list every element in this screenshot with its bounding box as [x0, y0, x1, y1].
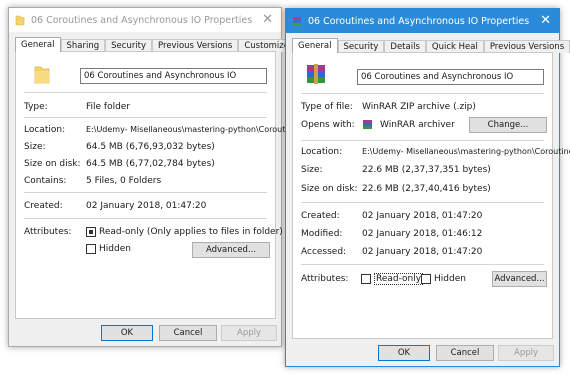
ok-button[interactable]: OK	[101, 325, 153, 341]
size-on-disk-value: 64.5 MB (6,77,02,784 bytes)	[86, 159, 215, 169]
title-bar[interactable]: 06 Coroutines and Asynchronous IO Proper…	[286, 9, 559, 33]
advanced-button[interactable]: Advanced...	[192, 242, 270, 258]
divider	[24, 218, 267, 219]
cancel-button[interactable]: Cancel	[159, 325, 217, 341]
size-on-disk-value: 22.6 MB (2,37,40,416 bytes)	[362, 184, 491, 194]
modified-label: Modified:	[301, 229, 343, 239]
tab-general[interactable]: General	[15, 37, 61, 52]
size-value: 22.6 MB (2,37,37,351 bytes)	[362, 165, 491, 175]
created-value: 02 January 2018, 01:47:20	[362, 211, 483, 221]
size-label: Size:	[301, 165, 323, 175]
divider	[301, 93, 544, 94]
general-panel: 06 Coroutines and Asynchronous IO Type: …	[15, 51, 302, 319]
location-value: E:\Udemy- Misellaneous\mastering-python\…	[86, 125, 302, 134]
checkbox-icon	[361, 274, 371, 284]
title-bar[interactable]: 06 Coroutines and Asynchronous IO Proper…	[9, 8, 281, 32]
type-row: Type: File folder	[24, 101, 267, 113]
created-row: Created: 02 January 2018, 01:47:20	[301, 210, 544, 222]
size-value: 64.5 MB (6,76,93,032 bytes)	[86, 142, 215, 152]
size-on-disk-label: Size on disk:	[24, 159, 81, 169]
name-field[interactable]: 06 Coroutines and Asynchronous IO	[80, 68, 267, 84]
type-row: Type of file: WinRAR ZIP archive (.zip)	[301, 101, 544, 113]
created-value: 02 January 2018, 01:47:20	[86, 201, 207, 211]
hidden-checkbox[interactable]: Hidden	[86, 243, 131, 255]
opens-with-value: WinRAR archiver	[380, 120, 455, 130]
readonly-label: Read-only (Only applies to files in fold…	[99, 227, 283, 237]
divider	[24, 192, 267, 193]
size-row: Size: 22.6 MB (2,37,37,351 bytes)	[301, 164, 544, 176]
window-title: 06 Coroutines and Asynchronous IO Proper…	[31, 14, 253, 26]
size-on-disk-row: Size on disk: 22.6 MB (2,37,40,416 bytes…	[301, 183, 544, 195]
opens-with-label: Opens with:	[301, 120, 355, 130]
created-label: Created:	[24, 201, 63, 211]
tab-general[interactable]: General	[292, 38, 338, 53]
accessed-value: 02 January 2018, 01:47:20	[362, 247, 483, 257]
location-value: E:\Udemy- Misellaneous\mastering-python\…	[362, 147, 570, 156]
ok-button[interactable]: OK	[378, 345, 430, 361]
created-row: Created: 02 January 2018, 01:47:20	[24, 200, 267, 212]
advanced-button[interactable]: Advanced...	[492, 271, 547, 287]
winrar-icon	[293, 16, 301, 26]
size-on-disk-row: Size on disk: 64.5 MB (6,77,02,784 bytes…	[24, 158, 267, 170]
divider	[24, 92, 267, 93]
checkbox-indeterminate-icon	[86, 227, 96, 237]
divider	[24, 117, 267, 118]
file-properties-window: 06 Coroutines and Asynchronous IO Proper…	[285, 8, 570, 367]
checkbox-icon	[421, 274, 431, 284]
apply-button[interactable]: Apply	[498, 345, 554, 361]
divider	[301, 140, 544, 141]
contains-value: 5 Files, 0 Folders	[86, 176, 162, 186]
location-label: Location:	[24, 125, 66, 135]
created-label: Created:	[301, 211, 340, 221]
type-value: File folder	[86, 102, 131, 112]
divider	[301, 264, 544, 265]
attributes-label: Attributes:	[301, 274, 349, 284]
folder-properties-window: 06 Coroutines and Asynchronous IO Proper…	[8, 7, 302, 347]
location-row: Location: E:\Udemy- Misellaneous\masteri…	[24, 124, 302, 136]
cancel-button[interactable]: Cancel	[436, 345, 494, 361]
change-button[interactable]: Change...	[469, 117, 547, 133]
folder-icon	[15, 15, 25, 25]
close-icon[interactable]: ✕	[540, 14, 551, 27]
size-label: Size:	[24, 142, 46, 152]
divider	[301, 202, 544, 203]
accessed-row: Accessed: 02 January 2018, 01:47:20	[301, 246, 544, 258]
type-value: WinRAR ZIP archive (.zip)	[362, 102, 476, 112]
hidden-checkbox[interactable]: Hidden	[421, 273, 466, 285]
general-panel: 06 Coroutines and Asynchronous IO Type o…	[292, 52, 570, 339]
type-label: Type:	[24, 102, 48, 112]
name-field[interactable]: 06 Coroutines and Asynchronous IO	[357, 69, 544, 85]
hidden-label: Hidden	[434, 274, 466, 284]
checkbox-icon	[86, 244, 96, 254]
accessed-label: Accessed:	[301, 247, 347, 257]
attributes-label: Attributes:	[24, 227, 72, 237]
size-row: Size: 64.5 MB (6,76,93,032 bytes)	[24, 141, 267, 153]
winrar-icon	[363, 120, 372, 129]
winrar-icon	[307, 64, 325, 84]
readonly-label: Read-only	[374, 273, 424, 285]
location-row: Location: E:\Udemy- Misellaneous\masteri…	[301, 146, 570, 158]
contains-label: Contains:	[24, 176, 67, 186]
contains-row: Contains: 5 Files, 0 Folders	[24, 175, 267, 187]
modified-value: 02 January 2018, 01:46:12	[362, 229, 483, 239]
folder-icon	[34, 66, 50, 84]
readonly-checkbox[interactable]: Read-only	[361, 273, 424, 285]
apply-button[interactable]: Apply	[221, 325, 277, 341]
hidden-label: Hidden	[99, 244, 131, 254]
location-label: Location:	[301, 147, 343, 157]
tab-strip: General Sharing Security Previous Versio…	[15, 37, 295, 52]
modified-row: Modified: 02 January 2018, 01:46:12	[301, 228, 544, 240]
tab-strip: General Security Details Quick Heal Prev…	[292, 38, 570, 53]
type-label: Type of file:	[301, 102, 353, 112]
window-title: 06 Coroutines and Asynchronous IO Proper…	[308, 15, 530, 27]
size-on-disk-label: Size on disk:	[301, 184, 358, 194]
readonly-checkbox[interactable]: Read-only (Only applies to files in fold…	[86, 226, 283, 238]
close-icon[interactable]: ✕	[262, 13, 273, 26]
